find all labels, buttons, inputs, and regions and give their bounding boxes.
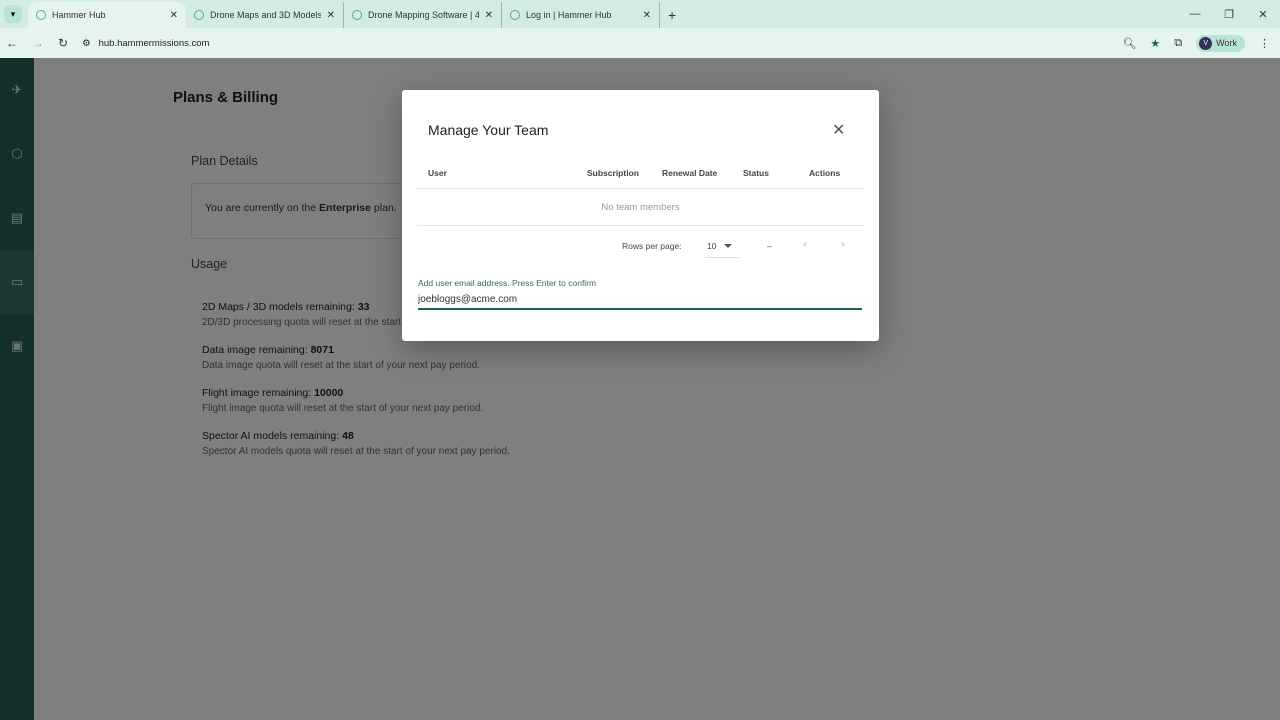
profile-button[interactable]: V Work (1196, 34, 1245, 52)
close-tab-icon[interactable]: ✕ (643, 10, 651, 21)
new-tab-icon[interactable]: + (660, 7, 684, 28)
menu-icon[interactable]: ⋮ (1259, 37, 1270, 50)
empty-message: No team members (417, 190, 864, 226)
dropdown-arrow-icon (724, 244, 732, 252)
site-info-icon[interactable]: ⚙ (82, 38, 91, 49)
close-icon[interactable]: ✕ (832, 120, 845, 140)
close-tab-icon[interactable]: ✕ (327, 10, 335, 21)
close-tab-icon[interactable]: ✕ (170, 10, 178, 21)
reload-icon[interactable]: ↻ (58, 36, 68, 50)
favicon-icon (352, 10, 362, 20)
column-status[interactable]: Status (743, 168, 769, 178)
prev-page-icon[interactable]: ‹ (803, 237, 807, 251)
tab-hammer-hub[interactable]: Hammer Hub ✕ (28, 2, 186, 28)
column-subscription[interactable]: Subscription (587, 168, 639, 178)
rows-per-page-label: Rows per page: (622, 241, 682, 251)
page-range: – (767, 241, 772, 251)
table-header: User Subscription Renewal Date Status Ac… (417, 161, 864, 189)
zoom-icon[interactable]: 🔍︎ (1122, 37, 1136, 50)
minimize-icon[interactable]: — (1178, 8, 1212, 20)
rows-per-page-select[interactable]: 10 (705, 236, 739, 258)
dialog-title: Manage Your Team (428, 122, 549, 138)
globe-icon (510, 10, 520, 20)
tab-drone-maps[interactable]: Drone Maps and 3D Models: H✕ (186, 2, 344, 28)
tab-drone-mapping-software[interactable]: Drone Mapping Software | 4D S✕ (344, 2, 502, 28)
manage-team-dialog: Manage Your Team ✕ User Subscription Ren… (402, 90, 879, 341)
extensions-icon[interactable]: ⧉ (1174, 37, 1182, 50)
next-page-icon[interactable]: › (841, 237, 845, 251)
address-bar: ← → ↻ ⚙ hub.hammermissions.com 🔍︎ ★ ⧉ V Wo… (0, 28, 1280, 58)
forward-icon[interactable]: → (32, 36, 44, 50)
back-icon[interactable]: ← (6, 36, 18, 50)
column-actions: Actions (809, 168, 841, 178)
close-window-icon[interactable]: ✕ (1246, 8, 1280, 21)
tab-search-button[interactable]: ▾ (4, 5, 22, 23)
favicon-icon (36, 10, 46, 20)
email-field-label: Add user email address. Press Enter to c… (418, 278, 597, 288)
tab-login[interactable]: Log in | Hammer Hub ✕ (502, 2, 660, 28)
tab-bar: ▾ Hammer Hub✕ Drone Maps and 3D Models: … (0, 0, 1280, 28)
url-field[interactable]: hub.hammermissions.com (99, 38, 210, 49)
column-renewal-date[interactable]: Renewal Date (662, 168, 717, 178)
restore-icon[interactable]: ❐ (1212, 8, 1246, 21)
bookmark-star-icon[interactable]: ★ (1150, 37, 1160, 50)
close-tab-icon[interactable]: ✕ (485, 10, 493, 21)
column-user[interactable]: User (428, 168, 447, 178)
favicon-icon (194, 10, 204, 20)
email-field[interactable] (418, 290, 862, 310)
